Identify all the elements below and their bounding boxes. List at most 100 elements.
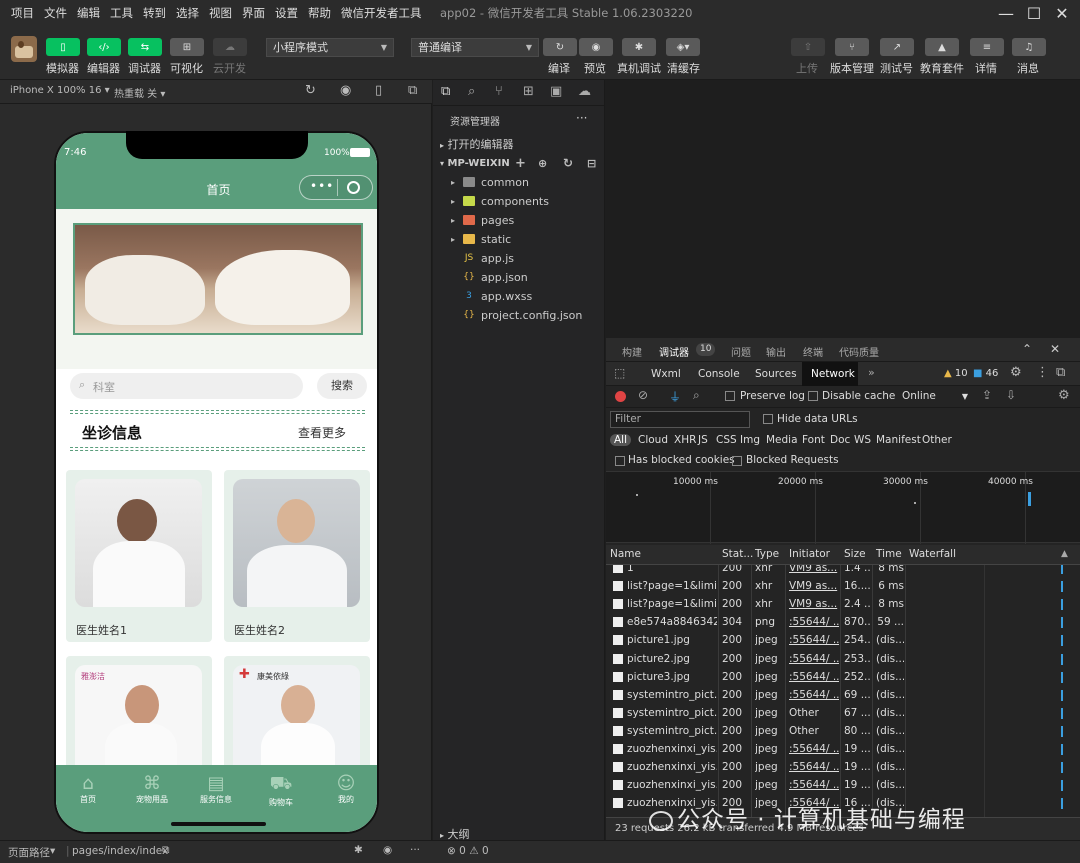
col-time[interactable]: Time [876,548,902,560]
menu-help[interactable]: 帮助 [303,0,336,26]
type-filter-ws[interactable]: WS [854,434,871,446]
close-icon[interactable]: ✕ [1044,0,1080,26]
upload-button[interactable]: ⇧ [791,38,825,56]
gear-icon[interactable]: ⚙ [1058,388,1070,403]
subtab-network[interactable]: Network [811,368,855,380]
real-debug-button[interactable]: ✱ [622,38,656,56]
search-icon[interactable]: ⌕ [468,84,475,99]
table-row[interactable]: zuozhenxinxi_yis... 200 jpeg:55644/ ... 19 … [606,740,1080,758]
files-icon[interactable]: ⧉ [441,84,450,99]
tree-file[interactable]: 3 app.wxss [433,287,605,306]
compile-button[interactable]: ↻ [543,38,577,56]
cloud-button[interactable]: ☁ [213,38,247,56]
disable-cache-checkbox[interactable] [808,391,818,401]
subtab-console[interactable]: Console [698,368,740,380]
clear-cache-button[interactable]: ◈▾ [666,38,700,56]
menu-edit[interactable]: 编辑 [72,0,105,26]
tab-terminal[interactable]: 终端 [803,344,823,359]
close-mini-icon[interactable] [347,181,360,194]
bug-icon[interactable]: ✱ [354,844,363,856]
edu-button[interactable]: ▲ [925,38,959,56]
menu-project[interactable]: 项目 [6,0,39,26]
compile-select[interactable]: 普通编译 ▼ [411,38,539,57]
open-editors-section[interactable]: ▸ 打开的编辑器 [433,135,605,154]
table-row[interactable]: systemintro_pict... 200 jpeg Other 67 ... (di… [606,704,1080,722]
tab-output[interactable]: 输出 [766,344,786,359]
close-icon[interactable]: ✕ [1050,342,1060,356]
subtab-wxml[interactable]: Wxml [651,368,681,380]
more-icon[interactable]: ··· [576,111,587,125]
banner-image[interactable] [73,223,363,335]
inspect-icon[interactable]: ⬚ [614,366,625,380]
doctor-card[interactable]: 医生姓名2 [224,470,370,642]
type-filter-css[interactable]: CSS [716,434,737,446]
record-icon[interactable] [615,391,626,402]
tab-mine[interactable]: ☺ 我的 [329,773,363,805]
visual-button[interactable]: ⊞ [170,38,204,56]
col-waterfall[interactable]: Waterfall [909,548,956,560]
search-input[interactable]: ⌕ 科室 [70,373,303,399]
col-status[interactable]: Stat... [722,548,753,560]
storage-icon[interactable]: ▣ [550,84,562,99]
rotate-icon[interactable]: ↻ [305,83,316,98]
tab-build[interactable]: 构建 [622,344,642,359]
see-more-link[interactable]: 查看更多 [298,424,346,441]
type-filter-xhr[interactable]: XHR [674,434,696,446]
table-row[interactable]: zuozhenxinxi_yis... 200 jpeg:55644/ ... 19 … [606,758,1080,776]
device-select[interactable]: iPhone X 100% 16 ▾ [10,85,110,96]
tab-services[interactable]: ▤ 服务信息 [194,773,238,805]
problem-counts[interactable]: ⊗ 0 ⚠ 0 [447,845,489,857]
col-size[interactable]: Size [844,548,866,560]
table-row[interactable]: systemintro_pict... 200 jpeg Other 80 ... (di… [606,722,1080,740]
record-icon[interactable]: ◉ [340,83,351,98]
tree-folder[interactable]: ▸ common [433,173,605,192]
messages-button[interactable]: ♫ [1012,38,1046,56]
kebab-icon[interactable]: ⋮ [1036,365,1049,380]
table-row[interactable]: zuozhenxinxi_yis... 200 jpeg:55644/ ... 19 … [606,776,1080,794]
collapse-icon[interactable]: ⊟ [587,154,596,173]
col-type[interactable]: Type [755,548,779,560]
version-button[interactable]: ⑂ [835,38,869,56]
mode-select[interactable]: 小程序模式 ▼ [266,38,394,57]
hot-reload-toggle[interactable]: 热重载 关 ▾ [114,85,165,100]
chevron-down-icon[interactable]: ▾ [50,845,55,857]
filter-input[interactable]: Filter [610,411,750,428]
menu-goto[interactable]: 转到 [138,0,171,26]
type-filter-doc[interactable]: Doc [830,434,850,446]
debugger-button[interactable]: ⇆ [128,38,162,56]
import-icon[interactable]: ⇪ [982,388,992,402]
timeline-overview[interactable]: 10000 ms 20000 ms 30000 ms 40000 ms [606,471,1080,544]
git-icon[interactable]: ⑂ [495,84,503,99]
table-row[interactable]: e8e574a8846342... 304 png:55644/ ... 870...… [606,613,1080,631]
doctor-card[interactable]: ✚ 康美依綠 [224,656,370,776]
table-row[interactable]: list?page=1&limi... 200 xhr VM9 as... 2.4 ..… [606,595,1080,613]
extensions-icon[interactable]: ⊞ [523,84,534,99]
tab-cart[interactable]: ⛟ 购物车 [259,773,303,808]
more-tabs-icon[interactable]: » [868,366,875,379]
tree-folder[interactable]: ▸ components [433,192,605,211]
avatar[interactable] [11,36,37,62]
type-filter-js[interactable]: JS [698,434,708,446]
search-icon[interactable]: ⌕ [693,388,700,403]
phone-icon[interactable]: ▯ [375,83,382,98]
menu-settings[interactable]: 设置 [270,0,303,26]
blocked-requests-checkbox[interactable] [732,456,742,466]
col-name[interactable]: Name [610,548,641,560]
clear-icon[interactable]: ⊘ [638,388,648,402]
tab-problems[interactable]: 问题 [731,344,751,359]
tab-home[interactable]: ⌂ 首页 [72,773,104,805]
table-row[interactable]: picture2.jpg 200 jpeg:55644/ ... 253... (dis… [606,650,1080,668]
project-section[interactable]: ▾ MP-WEIXIN + ⊕ ↻ ⊟ [433,154,605,173]
refresh-icon[interactable]: ↻ [563,154,573,173]
more-icon[interactable]: ••• [310,179,334,193]
eye-icon[interactable]: ◉ [383,844,392,856]
doctor-card[interactable]: 医生姓名1 [66,470,212,642]
col-initiator[interactable]: Initiator [789,548,830,560]
subtab-sources[interactable]: Sources [755,368,797,380]
details-button[interactable]: ≡ [970,38,1004,56]
menu-wechat-devtools[interactable]: 微信开发者工具 [336,0,427,26]
table-row[interactable]: picture3.jpg 200 jpeg:55644/ ... 252... (dis… [606,668,1080,686]
new-folder-icon[interactable]: ⊕ [538,154,547,173]
doctor-card[interactable]: 雅澎洁 [66,656,212,776]
type-filter-cloud[interactable]: Cloud [638,434,668,446]
